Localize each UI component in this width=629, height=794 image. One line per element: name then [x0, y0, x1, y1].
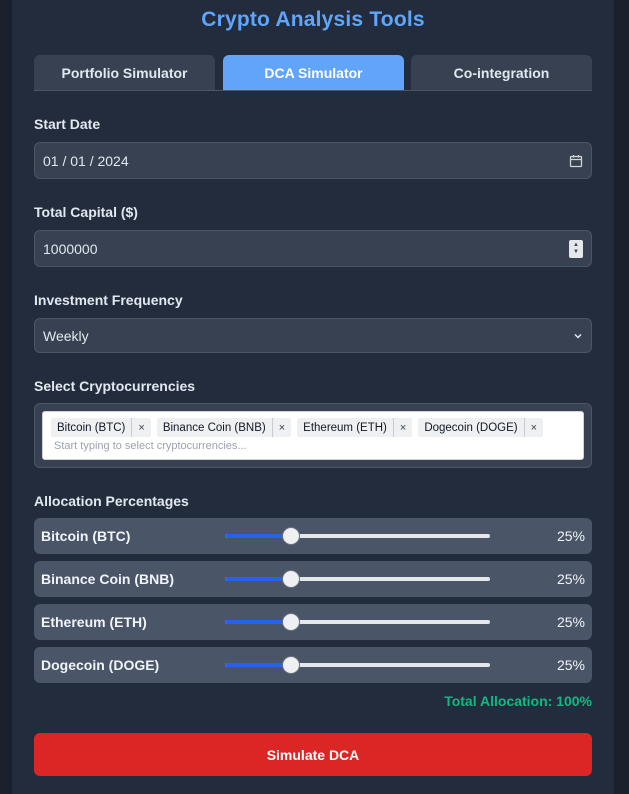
chip-dogecoin: Dogecoin (DOGE) × — [418, 418, 544, 437]
page: Crypto Analysis Tools Portfolio Simulato… — [12, 0, 614, 794]
allocation-percent: 25% — [556, 614, 585, 630]
chevron-up-icon[interactable]: ▲ — [573, 242, 579, 249]
tab-portfolio-simulator[interactable]: Portfolio Simulator — [34, 55, 215, 90]
remove-chip-icon[interactable]: × — [132, 422, 150, 434]
chevron-down-icon — [574, 333, 582, 339]
tab-co-integration[interactable]: Co-integration — [411, 55, 592, 90]
chip-label: Dogecoin (DOGE) — [418, 418, 525, 437]
allocation-percent: 25% — [556, 528, 585, 544]
slider-thumb[interactable] — [282, 527, 301, 545]
start-date-label: Start Date — [34, 116, 101, 132]
chip-label: Binance Coin (BNB) — [157, 418, 273, 437]
slider-thumb[interactable] — [282, 570, 301, 588]
number-stepper[interactable]: ▲ ▼ — [569, 239, 583, 258]
total-capital-value: 1000000 — [43, 240, 98, 257]
allocation-name: Binance Coin (BNB) — [41, 571, 174, 587]
allocation-percentages-label: Allocation Percentages — [34, 493, 189, 509]
allocation-row-binance-coin: Binance Coin (BNB) 25% — [34, 561, 592, 597]
allocation-slider[interactable] — [225, 570, 490, 588]
page-title: Crypto Analysis Tools — [201, 8, 425, 31]
crypto-search-placeholder[interactable]: Start typing to select cryptocurrencies.… — [51, 440, 575, 452]
remove-chip-icon[interactable]: × — [525, 422, 543, 434]
chevron-down-icon[interactable]: ▼ — [573, 249, 579, 256]
allocation-slider[interactable] — [225, 656, 490, 674]
chip-binance-coin: Binance Coin (BNB) × — [156, 418, 292, 437]
allocation-name: Dogecoin (DOGE) — [41, 657, 160, 673]
total-capital-input[interactable]: 1000000 ▲ ▼ — [34, 230, 592, 267]
crypto-multiselect-container: Bitcoin (BTC) × Binance Coin (BNB) × Eth… — [34, 403, 592, 468]
start-date-value: 01 / 01 / 2024 — [43, 152, 129, 169]
slider-thumb[interactable] — [282, 656, 301, 674]
allocation-slider[interactable] — [225, 527, 490, 545]
allocation-slider[interactable] — [225, 613, 490, 631]
allocation-row-ethereum: Ethereum (ETH) 25% — [34, 604, 592, 640]
allocation-name: Bitcoin (BTC) — [41, 528, 131, 544]
tab-bar: Portfolio Simulator DCA Simulator Co-int… — [34, 55, 592, 91]
slider-thumb[interactable] — [282, 613, 301, 631]
start-date-input[interactable]: 01 / 01 / 2024 — [34, 142, 592, 179]
allocation-percent: 25% — [556, 571, 585, 587]
chip-label: Bitcoin (BTC) — [51, 418, 133, 437]
tab-dca-simulator[interactable]: DCA Simulator — [223, 55, 404, 90]
investment-frequency-value: Weekly — [43, 327, 89, 344]
select-cryptocurrencies-label: Select Cryptocurrencies — [34, 378, 196, 394]
total-allocation: Total Allocation: 100% — [444, 693, 592, 709]
investment-frequency-select[interactable]: Weekly — [34, 318, 592, 353]
remove-chip-icon[interactable]: × — [273, 422, 291, 434]
calendar-icon[interactable] — [569, 154, 583, 168]
chip-label: Ethereum (ETH) — [297, 418, 394, 437]
chip-bitcoin: Bitcoin (BTC) × — [51, 418, 151, 437]
investment-frequency-label: Investment Frequency — [34, 292, 183, 308]
crypto-multiselect[interactable]: Bitcoin (BTC) × Binance Coin (BNB) × Eth… — [42, 411, 584, 460]
remove-chip-icon[interactable]: × — [394, 422, 412, 434]
allocation-row-dogecoin: Dogecoin (DOGE) 25% — [34, 647, 592, 683]
chip-ethereum: Ethereum (ETH) × — [297, 418, 413, 437]
total-capital-label: Total Capital ($) — [34, 204, 138, 220]
allocation-percent: 25% — [556, 657, 585, 673]
allocation-name: Ethereum (ETH) — [41, 614, 147, 630]
selected-chips: Bitcoin (BTC) × Binance Coin (BNB) × Eth… — [51, 418, 575, 437]
allocation-row-bitcoin: Bitcoin (BTC) 25% — [34, 518, 592, 554]
simulate-dca-button[interactable]: Simulate DCA — [34, 733, 592, 776]
